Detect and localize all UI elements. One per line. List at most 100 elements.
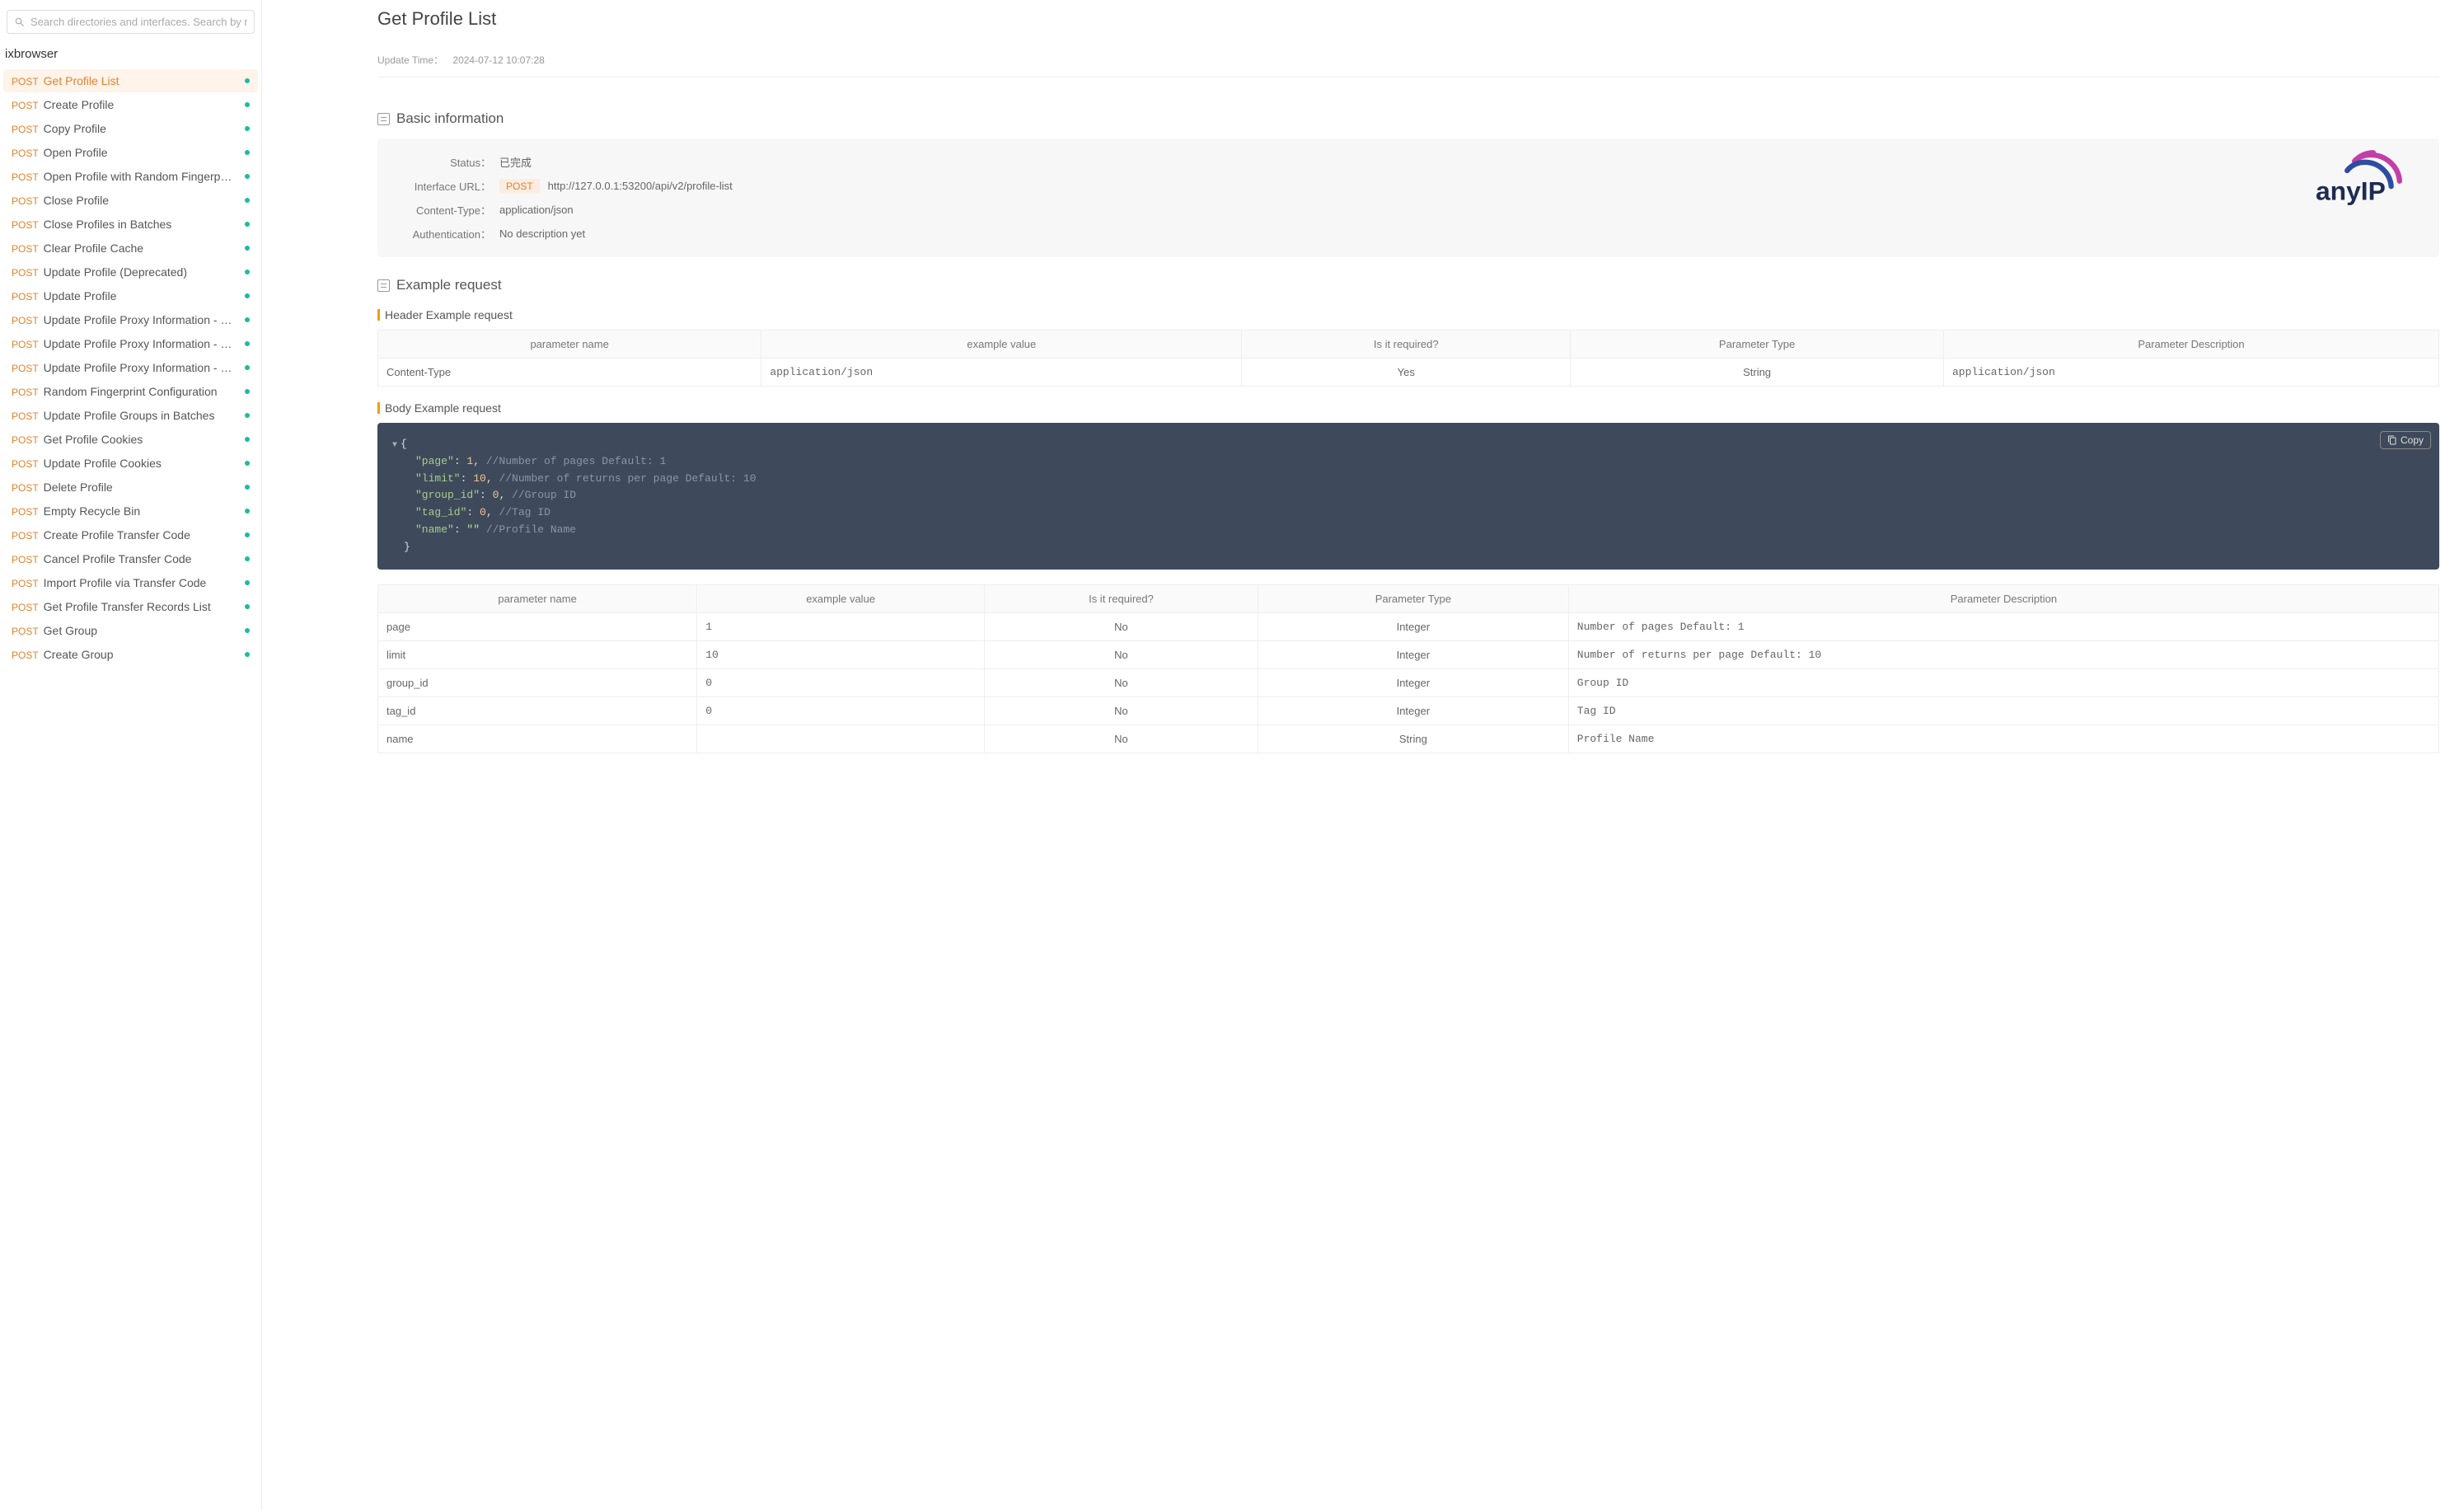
- sidebar-item[interactable]: POSTClose Profiles in Batches: [3, 213, 258, 236]
- http-method-label: POST: [12, 554, 39, 565]
- status-dot-icon: [245, 341, 250, 346]
- http-method-label: POST: [12, 387, 39, 398]
- status-dot-icon: [245, 413, 250, 418]
- sidebar-item-label: Update Profile Proxy Information - Custo…: [44, 361, 233, 374]
- sidebar-item[interactable]: POSTGet Group: [3, 619, 258, 642]
- code-line: "name": "" //Profile Name: [392, 522, 2424, 539]
- header-params-table: parameter nameexample valueIs it require…: [377, 330, 2439, 387]
- main-content: Get Profile List Update Time： 2024-07-12…: [262, 0, 2464, 1510]
- cell-example: 10: [697, 640, 985, 668]
- http-method-label: POST: [12, 578, 39, 589]
- search-box[interactable]: [7, 10, 255, 34]
- sidebar-item[interactable]: POSTEmpty Recycle Bin: [3, 499, 258, 523]
- sidebar-item[interactable]: POSTUpdate Profile Proxy Information - P…: [3, 308, 258, 331]
- sidebar-item[interactable]: POST Create Profile Transfer Code: [3, 523, 258, 546]
- cell-required: No: [985, 612, 1258, 640]
- status-dot-icon: [245, 461, 250, 466]
- sidebar-item[interactable]: POST Update Profile (Deprecated): [3, 260, 258, 284]
- sidebar-item-label: Random Fingerprint Configuration: [44, 385, 218, 398]
- brand-label: ixbrowser: [3, 42, 258, 69]
- logo-anyip: anyIP: [2316, 147, 2431, 209]
- cell-type: String: [1571, 359, 1944, 387]
- sidebar-item[interactable]: POSTOpen Profile: [3, 141, 258, 164]
- cell-desc: Tag ID: [1568, 696, 2438, 725]
- section-basic-info-label: Basic information: [396, 110, 504, 127]
- section-example-request: Example request: [377, 277, 2439, 293]
- search-wrap: [3, 7, 258, 42]
- sidebar-item[interactable]: POSTUpdate Profile Proxy Information - P…: [3, 332, 258, 355]
- status-label: Status：: [394, 154, 491, 170]
- sidebar-item[interactable]: POSTCreate Group: [3, 643, 258, 666]
- http-method-label: POST: [12, 124, 39, 135]
- content-type-value: application/json: [499, 204, 574, 216]
- content-type-label: Content-Type：: [394, 202, 491, 218]
- table-row: tag_id0NoIntegerTag ID: [378, 696, 2439, 725]
- status-dot-icon: [245, 317, 250, 322]
- http-method-label: POST: [12, 458, 39, 470]
- http-method-label: POST: [12, 291, 39, 302]
- table-header-cell: example value: [697, 584, 985, 612]
- cell-example: [697, 725, 985, 753]
- cell-type: Integer: [1258, 696, 1568, 725]
- sidebar-item[interactable]: POSTUpdate Profile: [3, 284, 258, 307]
- cell-param-name: page: [378, 612, 697, 640]
- sidebar-item[interactable]: POSTCreate Profile: [3, 93, 258, 116]
- sidebar-item[interactable]: POST Cancel Profile Transfer Code: [3, 547, 258, 570]
- sidebar-item-label: Open Profile with Random Fingerprint Co…: [44, 170, 233, 183]
- copy-icon: [2387, 435, 2397, 445]
- sub-header-request: Header Example request: [377, 308, 2439, 321]
- sidebar-item[interactable]: POSTUpdate Profile Groups in Batches: [3, 404, 258, 427]
- cell-param-name: limit: [378, 640, 697, 668]
- update-time-label: Update Time：: [377, 54, 443, 66]
- table-row: group_id0NoIntegerGroup ID: [378, 668, 2439, 696]
- cell-type: Integer: [1258, 640, 1568, 668]
- sidebar-item[interactable]: POST Random Fingerprint Configuration: [3, 380, 258, 403]
- sub-body-request: Body Example request: [377, 401, 2439, 415]
- cell-type: String: [1258, 725, 1568, 753]
- info-row-url: Interface URL： POST http://127.0.0.1:532…: [394, 174, 2423, 198]
- sidebar-item-label: Update Profile Proxy Information - Purch…: [44, 313, 233, 326]
- http-method-label: POST: [12, 267, 39, 279]
- status-dot-icon: [245, 365, 250, 370]
- svg-text:anyIP: anyIP: [2316, 176, 2386, 206]
- sidebar-item[interactable]: POSTImport Profile via Transfer Code: [3, 571, 258, 594]
- cell-param-name: name: [378, 725, 697, 753]
- sidebar-item[interactable]: POSTGet Profile List: [3, 69, 258, 92]
- http-method-label: POST: [12, 219, 39, 231]
- nav-list: POSTGet Profile ListPOSTCreate ProfilePO…: [3, 69, 258, 666]
- sidebar-item-label: Update Profile (Deprecated): [44, 265, 187, 279]
- table-row: limit10NoIntegerNumber of returns per pa…: [378, 640, 2439, 668]
- status-dot-icon: [245, 389, 250, 394]
- sidebar-item-label: Delete Profile: [44, 481, 113, 494]
- cell-required: No: [985, 696, 1258, 725]
- http-method-label: POST: [12, 626, 39, 637]
- http-method-label: POST: [12, 649, 39, 661]
- table-header-cell: Parameter Type: [1571, 331, 1944, 359]
- status-dot-icon: [245, 532, 250, 537]
- sidebar-item[interactable]: POSTClear Profile Cache: [3, 237, 258, 260]
- cell-desc: Group ID: [1568, 668, 2438, 696]
- sidebar-item[interactable]: POST Update Profile Proxy Information - C…: [3, 356, 258, 379]
- sidebar-item[interactable]: POSTGet Profile Cookies: [3, 428, 258, 451]
- sidebar-item[interactable]: POSTOpen Profile with Random Fingerprint…: [3, 165, 258, 188]
- sidebar-item-label: Cancel Profile Transfer Code: [44, 552, 192, 565]
- sidebar-item[interactable]: POSTCopy Profile: [3, 117, 258, 140]
- sidebar-item-label: Create Profile Transfer Code: [44, 528, 190, 542]
- status-dot-icon: [245, 78, 250, 83]
- http-method-label: POST: [12, 363, 39, 374]
- cell-example: application/json: [761, 359, 1242, 387]
- table-header-cell: Parameter Description: [1943, 331, 2438, 359]
- sidebar-item[interactable]: POSTDelete Profile: [3, 476, 258, 499]
- status-dot-icon: [245, 150, 250, 155]
- copy-button[interactable]: Copy: [2380, 431, 2431, 449]
- copy-button-label: Copy: [2401, 434, 2424, 446]
- status-dot-icon: [245, 198, 250, 203]
- status-dot-icon: [245, 293, 250, 298]
- search-input[interactable]: [30, 16, 247, 28]
- sidebar-item[interactable]: POSTGet Profile Transfer Records List: [3, 595, 258, 618]
- sidebar-item[interactable]: POSTUpdate Profile Cookies: [3, 452, 258, 475]
- sub-header-request-label: Header Example request: [385, 308, 513, 321]
- doc-icon: [377, 113, 390, 125]
- http-method-label: POST: [12, 530, 39, 542]
- sidebar-item[interactable]: POSTClose Profile: [3, 189, 258, 212]
